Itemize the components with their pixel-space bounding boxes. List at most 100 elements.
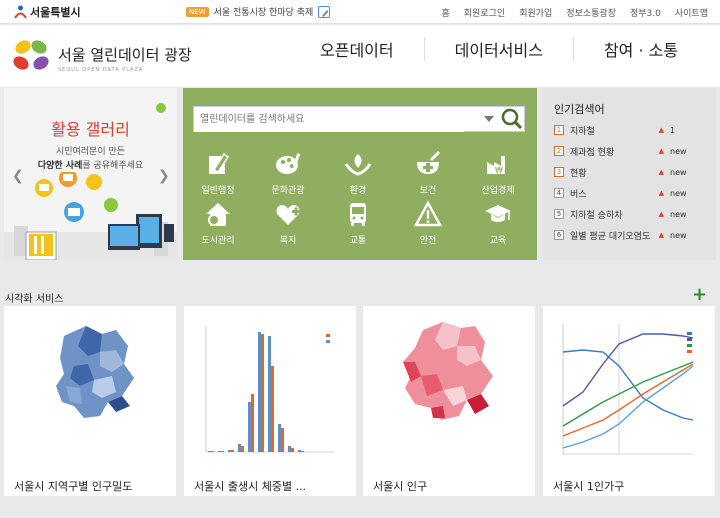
news-tag: NEW (186, 6, 209, 17)
category-label: 도시관리 (201, 236, 235, 246)
arrow-up-icon: ▲ (658, 126, 664, 134)
category-label: 보건 (419, 186, 437, 196)
nav-info-plaza[interactable]: 정보소통광장 (566, 6, 616, 19)
arrow-up-icon: ▲ (658, 147, 664, 155)
gallery-desc-line1: 시민여러분이 만든 (55, 147, 126, 157)
site-name: 서울 열린데이터 광장 (58, 45, 192, 64)
popular-name[interactable]: 일별 평균 대기오염도 (570, 229, 659, 242)
single-household-line-chart (562, 324, 694, 455)
gallery-desc-line2: 다양한 사례를 공유해주세요 (4, 158, 177, 171)
popular-item[interactable]: 1 지하철 ▲ 1 (554, 120, 706, 140)
nav-participation[interactable]: 참여 · 소통 (572, 37, 708, 61)
category-urban[interactable]: 도시관리 (188, 200, 248, 246)
popular-item[interactable]: 4 버스 ▲ new (554, 183, 706, 203)
category-transport[interactable]: 교통 (328, 200, 388, 246)
nav-sitemap[interactable]: 사이트맵 (675, 6, 708, 19)
medical-bowl-icon (417, 150, 441, 174)
site-logo[interactable]: 서울 열린데이터 광장 SEOUL OPEN DATA PLAZA (10, 37, 192, 79)
popular-item[interactable]: 3 현황 ▲ new (554, 162, 706, 182)
popular-status: new (670, 230, 687, 240)
seoul-density-map (56, 326, 134, 418)
category-environment[interactable]: 환경 (328, 150, 388, 196)
main-nav: 오픈데이터 데이터서비스 참여 · 소통 (290, 37, 708, 61)
popular-name[interactable]: 제과점 현황 (570, 145, 659, 158)
gallery-desc-strong: 다양한 사례 (37, 161, 83, 171)
category-label: 산업경제 (481, 186, 515, 196)
birth-weight-bar-chart (205, 326, 334, 453)
popular-rank: 6 (554, 230, 564, 240)
visual-card-single-household[interactable]: 서울시 1인가구 (543, 306, 715, 496)
popular-rank: 1 (554, 125, 564, 135)
edit-icon[interactable] (318, 5, 331, 18)
seoul-city-logo[interactable]: 서울특별시 (14, 4, 81, 20)
popular-title: 인기검색어 (554, 103, 605, 116)
nav-open-data[interactable]: 오픈데이터 (290, 37, 424, 61)
house-gear-icon (206, 203, 230, 226)
card-title[interactable]: 서울시 지역구별 인구밀도 (14, 478, 132, 494)
popular-name[interactable]: 버스 (570, 187, 659, 200)
card-title[interactable]: 서울시 1인가구 (553, 478, 624, 494)
category-health[interactable]: 보건 (398, 150, 458, 196)
graduation-cap-icon (485, 205, 511, 222)
news-ticker[interactable]: NEW 서울 전통시장 한마당 축제 (186, 5, 331, 18)
visual-card-birth-weight[interactable]: 서울시 출생시 체중별 ... (184, 306, 356, 496)
search-icon[interactable] (500, 108, 524, 130)
popular-status: 1 (670, 125, 676, 135)
news-text[interactable]: 서울 전통시장 한마당 축제 (214, 5, 314, 18)
heart-plus-icon (276, 205, 300, 225)
popular-status: new (670, 146, 687, 156)
site-subtitle: SEOUL OPEN DATA PLAZA (58, 66, 144, 73)
gallery-title: 활용 갤러리 (51, 120, 130, 139)
site-header: 서울 열린데이터 광장 SEOUL OPEN DATA PLAZA 오픈데이터 … (0, 25, 720, 87)
gallery-illustration (4, 172, 177, 260)
category-admin[interactable]: 일반행정 (188, 150, 248, 196)
popular-searches: 인기검색어 1 지하철 ▲ 1 2 제과점 현황 ▲ new 3 현황 ▲ ne… (543, 88, 716, 260)
top-bar: 서울특별시 NEW 서울 전통시장 한마당 축제 홈 회원로그인 회원가입 정보… (0, 0, 720, 24)
gallery-dot (156, 103, 166, 113)
category-culture[interactable]: 문화관광 (258, 150, 318, 196)
bus-icon (350, 203, 366, 226)
nav-login[interactable]: 회원로그인 (464, 6, 505, 19)
popular-rank: 3 (554, 167, 564, 177)
factory-icon: ₩ (487, 156, 505, 175)
category-education[interactable]: 교육 (468, 200, 528, 246)
nav-gov30[interactable]: 정부3.0 (630, 6, 661, 19)
popular-item[interactable]: 2 제과점 현황 ▲ new (554, 141, 706, 161)
palette-icon (276, 153, 301, 174)
visual-card-population[interactable]: 서울시 인구 (363, 306, 535, 496)
popular-rank: 4 (554, 188, 564, 198)
warning-icon (413, 200, 443, 227)
utility-nav: 홈 회원로그인 회원가입 정보소통광장 정부3.0 사이트맵 (442, 6, 709, 19)
gallery-banner[interactable]: 활용 갤러리 시민여러분이 만든 다양한 사례를 공유해주세요 ❮ ❯ (4, 88, 177, 260)
category-safety[interactable]: 안전 (398, 200, 458, 246)
nav-data-service[interactable]: 데이터서비스 (423, 37, 573, 61)
popular-name[interactable]: 지하철 (570, 124, 659, 137)
popular-rank: 5 (554, 209, 564, 219)
gallery-desc-rest: 를 공유해주세요 (82, 161, 144, 171)
popular-name[interactable]: 현황 (570, 166, 659, 179)
card-title[interactable]: 서울시 인구 (373, 478, 427, 494)
popular-name[interactable]: 지하철 승하차 (570, 208, 659, 221)
category-label: 안전 (419, 236, 437, 246)
search-input[interactable] (194, 107, 464, 132)
category-label: 문화관광 (271, 186, 305, 196)
leaf-hands-icon (344, 154, 372, 176)
visual-card-density[interactable]: 서울시 지역구별 인구밀도 (4, 306, 176, 496)
popular-status: new (670, 209, 687, 219)
nav-home[interactable]: 홈 (442, 6, 450, 19)
open-data-logo-icon (10, 37, 52, 79)
category-industry[interactable]: ₩ 산업경제 (468, 150, 528, 196)
pencil-document-icon (209, 152, 230, 174)
nav-signup[interactable]: 회원가입 (519, 6, 552, 19)
plus-icon[interactable]: + (692, 284, 707, 305)
seoul-population-map (403, 322, 493, 420)
seoul-logo-text: 서울특별시 (30, 6, 81, 19)
category-label: 환경 (349, 186, 367, 196)
popular-item[interactable]: 5 지하철 승하차 ▲ new (554, 204, 706, 224)
search-box (193, 106, 525, 132)
popular-item[interactable]: 6 일별 평균 대기오염도 ▲ new (554, 225, 706, 245)
card-title[interactable]: 서울시 출생시 체중별 ... (194, 478, 306, 494)
category-welfare[interactable]: 복지 (258, 200, 318, 246)
caret-down-icon[interactable] (484, 116, 494, 122)
category-label: 교육 (489, 236, 507, 246)
